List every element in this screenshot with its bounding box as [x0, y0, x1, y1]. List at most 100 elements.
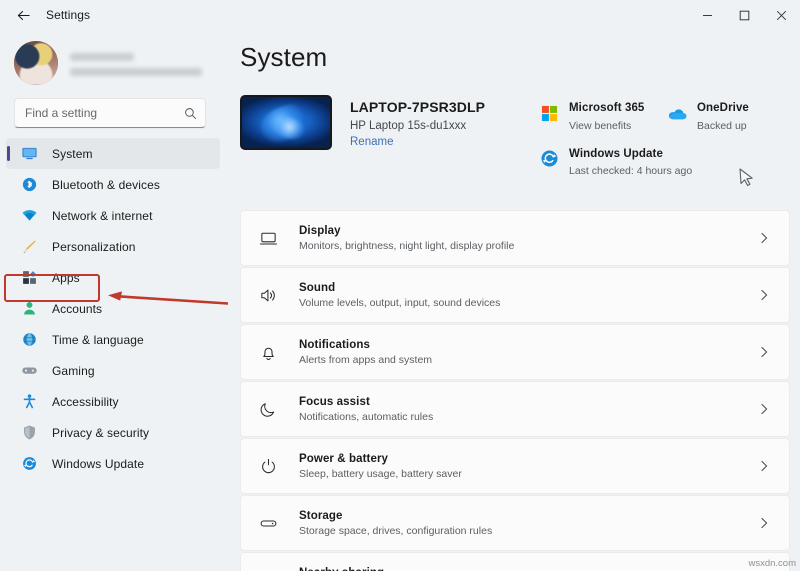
settings-card-notifications[interactable]: Notifications Alerts from apps and syste… [240, 324, 790, 381]
settings-card-nearby-sharing[interactable]: Nearby sharing Discoverability, received… [240, 552, 790, 571]
update-refresh-icon [20, 455, 38, 473]
speaker-icon [255, 282, 281, 308]
settings-card-power-battery[interactable]: Power & battery Sleep, battery usage, ba… [240, 438, 790, 495]
quick-status-onedrive[interactable]: OneDrive Backed up [666, 101, 784, 133]
sidebar-item-system[interactable]: System [6, 138, 220, 169]
settings-card-focus-assist[interactable]: Focus assist Notifications, automatic ru… [240, 381, 790, 438]
quick-status-microsoft-365[interactable]: Microsoft 365 View benefits [538, 101, 666, 133]
quick-status-row-top: Microsoft 365 View benefits OneDrive Bac… [538, 101, 790, 133]
sidebar-nav: System Bluetooth & devices Network & int… [0, 138, 220, 571]
card-title: Storage [299, 509, 343, 522]
sidebar-item-label: Accessibility [52, 394, 119, 409]
quick-status-windows-update[interactable]: Windows Update Last checked: 4 hours ago [538, 147, 692, 179]
close-icon [776, 10, 787, 20]
quick-status-panel: Microsoft 365 View benefits OneDrive Bac… [538, 95, 790, 192]
card-title: Power & battery [299, 452, 389, 465]
sidebar-item-label: Bluetooth & devices [52, 177, 160, 192]
settings-card-list: Display Monitors, brightness, night ligh… [240, 208, 790, 571]
quick-status-subtitle: Backed up [697, 119, 747, 132]
card-title: Sound [299, 281, 336, 294]
rename-link[interactable]: Rename [350, 136, 485, 148]
card-subtitle: Sleep, battery usage, battery saver [299, 467, 462, 480]
settings-card-display[interactable]: Display Monitors, brightness, night ligh… [240, 210, 790, 267]
power-icon [255, 453, 281, 479]
device-card: LAPTOP-7PSR3DLP HP Laptop 15s-du1xxx Ren… [240, 95, 485, 150]
title-bar: Settings [0, 0, 800, 30]
sidebar-item-apps[interactable]: Apps [6, 262, 220, 293]
main-content: System LAPTOP-7PSR3DLP HP Laptop 15s-du1… [228, 30, 800, 571]
chevron-right-icon[interactable] [755, 229, 773, 247]
bluetooth-icon [20, 176, 38, 194]
sidebar-item-gaming[interactable]: Gaming [6, 355, 220, 386]
device-info: LAPTOP-7PSR3DLP HP Laptop 15s-du1xxx Ren… [350, 95, 485, 148]
search-box[interactable] [14, 98, 206, 128]
moon-icon [255, 396, 281, 422]
minimize-button[interactable] [689, 0, 726, 30]
sidebar-item-privacy-security[interactable]: Privacy & security [6, 417, 220, 448]
bell-icon [255, 339, 281, 365]
card-title: Notifications [299, 338, 370, 351]
search-input[interactable] [25, 106, 184, 120]
wifi-icon [20, 207, 38, 225]
sidebar-item-label: Personalization [52, 239, 136, 254]
device-name: LAPTOP-7PSR3DLP [350, 99, 486, 115]
display-monitor-icon [255, 225, 281, 251]
chevron-right-icon[interactable] [755, 457, 773, 475]
account-text [70, 51, 202, 76]
account-section[interactable] [0, 30, 220, 92]
card-title: Focus assist [299, 395, 370, 408]
back-arrow-icon [17, 10, 30, 20]
monitor-icon [20, 145, 38, 163]
sidebar-item-label: Network & internet [52, 208, 153, 223]
onedrive-cloud-icon [666, 102, 688, 124]
sidebar-item-accessibility[interactable]: Accessibility [6, 386, 220, 417]
quick-status-title: Windows Update [569, 147, 663, 160]
sidebar-item-accounts[interactable]: Accounts [6, 293, 220, 324]
card-title: Nearby sharing [299, 567, 755, 571]
sidebar-item-label: Apps [52, 270, 80, 285]
settings-window: Settings Find a setting System Bluetooth… [0, 0, 800, 571]
device-hero: LAPTOP-7PSR3DLP HP Laptop 15s-du1xxx Ren… [240, 73, 790, 208]
account-name-redacted [70, 52, 134, 61]
sidebar-item-time-language[interactable]: Time & language [6, 324, 220, 355]
sidebar-item-label: Accounts [52, 301, 103, 316]
quick-status-title: Microsoft 365 [569, 102, 645, 114]
search-icon [184, 107, 197, 120]
chevron-right-icon[interactable] [755, 286, 773, 304]
watermark: wsxdn.com [748, 558, 796, 569]
close-button[interactable] [763, 0, 800, 30]
microsoft-logo-icon [538, 102, 560, 124]
sidebar-item-personalization[interactable]: Personalization [6, 231, 220, 262]
window-body: System Bluetooth & devices [0, 30, 800, 571]
update-refresh-icon [538, 148, 560, 170]
maximize-button[interactable] [726, 0, 763, 30]
window-title: Settings [46, 8, 91, 22]
settings-card-storage[interactable]: Storage Storage space, drives, configura… [240, 495, 790, 552]
sidebar-item-bluetooth-devices[interactable]: Bluetooth & devices [6, 169, 220, 200]
search-section [0, 92, 220, 138]
back-button[interactable] [8, 0, 38, 30]
paintbrush-icon [20, 238, 38, 256]
card-subtitle: Volume levels, output, input, sound devi… [299, 296, 501, 309]
quick-status-row-bottom: Windows Update Last checked: 4 hours ago [538, 147, 790, 179]
avatar[interactable] [14, 41, 58, 85]
window-controls [689, 0, 800, 30]
settings-card-sound[interactable]: Sound Volume levels, output, input, soun… [240, 267, 790, 324]
chevron-right-icon[interactable] [755, 400, 773, 418]
chevron-right-icon[interactable] [755, 343, 773, 361]
sidebar-item-label: Privacy & security [52, 425, 150, 440]
device-model: HP Laptop 15s-du1xxx [350, 120, 467, 132]
sidebar-item-windows-update[interactable]: Windows Update [6, 448, 220, 479]
quick-status-subtitle: Last checked: 4 hours ago [569, 165, 693, 178]
drive-icon [255, 510, 281, 536]
chevron-right-icon[interactable] [755, 514, 773, 532]
shield-icon [20, 424, 38, 442]
quick-status-subtitle[interactable]: View benefits [569, 119, 644, 133]
card-title: Display [299, 224, 341, 237]
sidebar-item-network-internet[interactable]: Network & internet [6, 200, 220, 231]
card-subtitle: Storage space, drives, configuration rul… [299, 524, 493, 537]
page-title: System [240, 42, 328, 72]
share-icon [255, 567, 281, 571]
sidebar-item-label: System [52, 146, 93, 161]
card-subtitle: Monitors, brightness, night light, displ… [299, 239, 515, 252]
